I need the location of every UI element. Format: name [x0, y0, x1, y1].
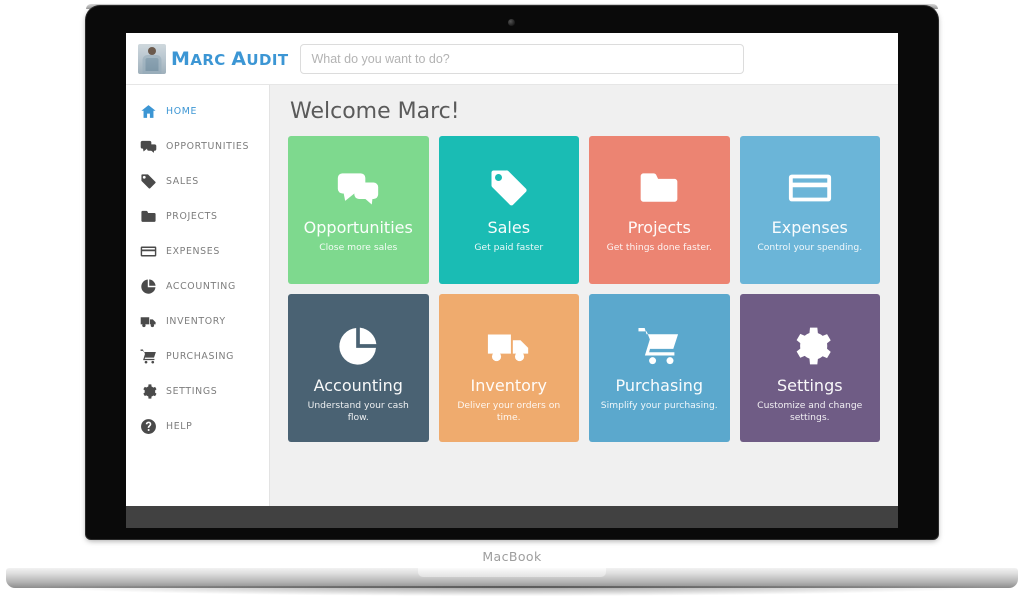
sidebar-item-label: Home	[166, 106, 198, 117]
sidebar-item-projects[interactable]: Projects	[126, 199, 269, 234]
sidebar-item-accounting[interactable]: Accounting	[126, 269, 269, 304]
question-icon	[140, 418, 157, 435]
tile-subtitle: Deliver your orders on time.	[457, 400, 561, 424]
truck-icon	[486, 320, 532, 372]
main-content: Welcome Marc! Opportunities Close more s…	[270, 85, 898, 506]
sidebar-item-sales[interactable]: Sales	[126, 164, 269, 199]
tile-subtitle: Close more sales	[319, 242, 398, 253]
tile-purchasing[interactable]: Purchasing Simplify your purchasing.	[589, 294, 730, 442]
pie-chart-icon	[140, 278, 157, 295]
folder-icon	[140, 208, 157, 225]
search-container	[288, 43, 745, 74]
cart-icon	[140, 348, 157, 365]
app-header: MARC AUDIT	[126, 33, 898, 85]
tile-subtitle: Get paid faster	[474, 242, 544, 253]
sidebar-item-label: Opportunities	[166, 141, 250, 152]
tile-title: Inventory	[470, 376, 547, 395]
brand-name: MARC AUDIT	[171, 48, 288, 70]
home-icon	[140, 103, 157, 120]
device-label: MacBook	[482, 549, 542, 564]
app-body: Home Opportunities Sales	[126, 85, 898, 506]
tile-settings[interactable]: Settings Customize and change settings.	[739, 294, 880, 442]
brand-name-arc: ARC	[190, 50, 232, 69]
brand-name-udit: UDIT	[246, 50, 289, 69]
tile-inventory[interactable]: Inventory Deliver your orders on time.	[438, 294, 579, 442]
camera-dot-icon	[508, 19, 515, 26]
tile-subtitle: Customize and change settings.	[757, 400, 863, 424]
sidebar-item-label: Projects	[166, 211, 218, 222]
credit-card-icon	[140, 243, 157, 260]
sidebar-item-label: Sales	[166, 176, 199, 187]
sidebar-item-settings[interactable]: Settings	[126, 374, 269, 409]
tile-subtitle: Understand your cash flow.	[307, 400, 409, 424]
folder-icon	[637, 162, 681, 214]
brand-name-m: M	[171, 47, 191, 70]
chat-icon	[140, 138, 157, 155]
tile-accounting[interactable]: Accounting Understand your cash flow.	[288, 294, 429, 442]
sidebar-item-opportunities[interactable]: Opportunities	[126, 129, 269, 164]
sidebar-item-expenses[interactable]: Expenses	[126, 234, 269, 269]
page-title: Welcome Marc!	[290, 99, 460, 124]
chat-icon	[336, 162, 380, 214]
tile-subtitle: Control your spending.	[757, 242, 863, 253]
tag-icon	[140, 173, 157, 190]
laptop-base-notch	[418, 568, 606, 577]
screen-bottom-bar	[126, 506, 898, 528]
tile-subtitle: Get things done faster.	[606, 242, 712, 253]
cart-icon	[637, 320, 681, 372]
tile-sales[interactable]: Sales Get paid faster	[438, 136, 579, 284]
tile-title: Accounting	[313, 376, 403, 395]
sidebar-item-label: Purchasing	[166, 351, 235, 362]
sidebar-item-inventory[interactable]: Inventory	[126, 304, 269, 339]
sidebar-item-purchasing[interactable]: Purchasing	[126, 339, 269, 374]
sidebar-item-label: Accounting	[166, 281, 236, 292]
sidebar-item-help[interactable]: Help	[126, 409, 269, 444]
sidebar-item-home[interactable]: Home	[126, 94, 269, 129]
user-photo-avatar-icon	[138, 43, 166, 74]
brand-logo[interactable]: MARC AUDIT	[138, 43, 288, 74]
pie-chart-icon	[336, 320, 380, 372]
gear-icon	[140, 383, 157, 400]
tile-title: Opportunities	[303, 218, 413, 237]
tile-projects[interactable]: Projects Get things done faster.	[589, 136, 730, 284]
sidebar-item-label: Expenses	[166, 246, 220, 257]
sidebar-item-label: Inventory	[166, 316, 226, 327]
tile-title: Sales	[487, 218, 531, 237]
brand-name-a: A	[231, 47, 247, 70]
tile-title: Projects	[627, 218, 691, 237]
tile-grid: Opportunities Close more sales Sales Get…	[288, 136, 880, 442]
sidebar-item-label: Settings	[166, 386, 218, 397]
laptop-shadow	[40, 586, 984, 596]
sidebar-item-label: Help	[166, 421, 193, 432]
tag-icon	[488, 162, 530, 214]
application-screen: MARC AUDIT Home	[126, 33, 898, 506]
laptop-mockup: MARC AUDIT Home	[0, 0, 1024, 598]
sidebar: Home Opportunities Sales	[126, 85, 270, 506]
search-input[interactable]	[300, 43, 745, 74]
truck-icon	[140, 313, 157, 330]
tile-subtitle: Simplify your purchasing.	[600, 400, 718, 411]
gear-icon	[788, 320, 832, 372]
tile-title: Expenses	[771, 218, 848, 237]
credit-card-icon	[787, 162, 833, 214]
tile-expenses[interactable]: Expenses Control your spending.	[739, 136, 880, 284]
tile-title: Purchasing	[615, 376, 704, 395]
tile-opportunities[interactable]: Opportunities Close more sales	[288, 136, 429, 284]
tile-title: Settings	[776, 376, 843, 395]
